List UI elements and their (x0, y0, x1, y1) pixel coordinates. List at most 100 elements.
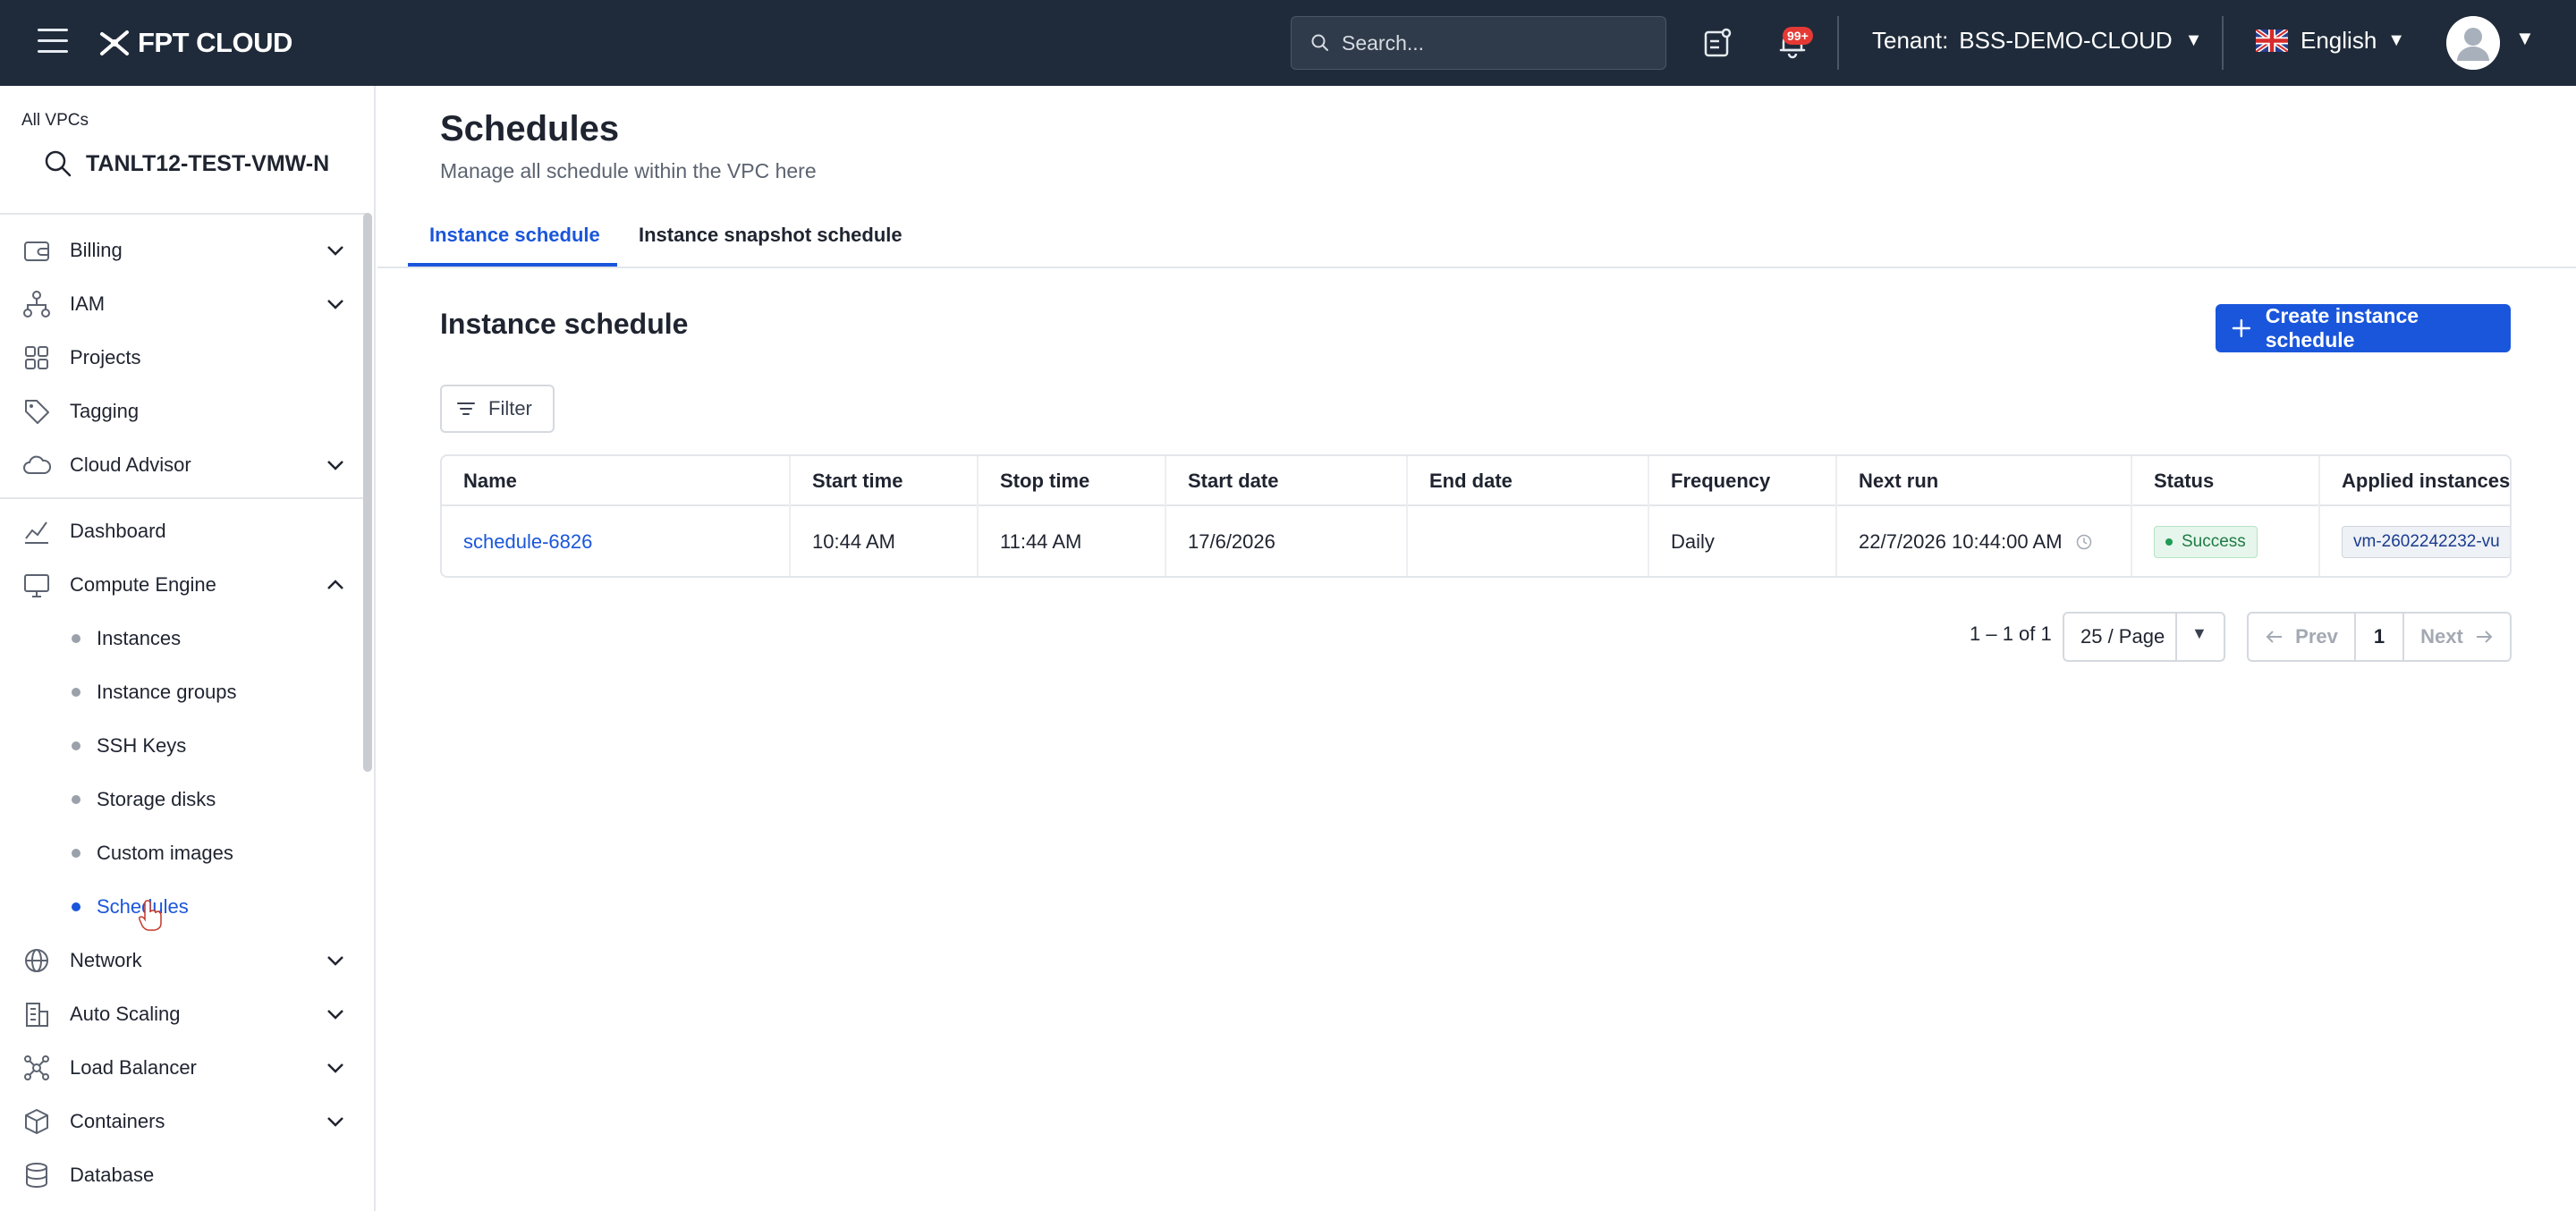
sidebar-item-label: Projects (70, 346, 141, 368)
column-header-frequency[interactable]: Frequency (1649, 456, 1837, 506)
sidebar-subitem-label: Storage disks (97, 788, 216, 810)
tenant-selector[interactable]: Tenant: BSS-DEMO-CLOUD ▼ (1872, 27, 2202, 55)
user-avatar[interactable] (2446, 16, 2500, 70)
sidebar-subitem-label: Custom images (97, 842, 233, 864)
sidebar-item-tagging[interactable]: Tagging (0, 385, 367, 438)
sidebar-item-auto-scaling[interactable]: Auto Scaling (0, 987, 367, 1041)
globe-icon (25, 949, 48, 972)
top-bar: FPT CLOUD 99+ Tenant: BSS-DEMO-CLOUD ▼ (0, 0, 2576, 86)
tab-instance-snapshot-schedule[interactable]: Instance snapshot schedule (639, 224, 902, 247)
page-number-button[interactable]: 1 (2356, 614, 2404, 660)
sidebar-item-label: Auto Scaling (70, 1003, 181, 1025)
prev-label: Prev (2295, 625, 2338, 648)
hamburger-menu-icon[interactable] (38, 29, 68, 55)
tag-icon (25, 400, 49, 424)
tab-instance-schedule[interactable]: Instance schedule (429, 224, 600, 247)
main-content: Schedules Manage all schedule within the… (377, 86, 2576, 1211)
sidebar-subitem-schedules[interactable]: Schedules (0, 882, 367, 932)
sidebar-item-network[interactable]: Network (0, 934, 367, 987)
cell-applied-instances: vm-2602242232-vu (2320, 506, 2510, 576)
bullet-dot-icon (72, 849, 80, 858)
column-header-status[interactable]: Status (2132, 456, 2320, 506)
sidebar-item-label: Tagging (70, 400, 140, 422)
notification-badge: 99+ (1783, 27, 1813, 45)
active-tab-indicator (408, 263, 617, 267)
hand-cursor-icon (139, 900, 162, 931)
column-header-end-date[interactable]: End date (1408, 456, 1649, 506)
sidebar-subitem-storage-disks[interactable]: Storage disks (0, 775, 367, 825)
sidebar-subitem-instances[interactable]: Instances (0, 614, 367, 664)
sidebar-item-billing[interactable]: Billing (0, 224, 367, 277)
column-header-start-time[interactable]: Start time (791, 456, 979, 506)
wallet-icon (24, 241, 49, 261)
vpc-selector[interactable]: TANLT12-TEST-VMW-N (43, 148, 329, 179)
global-search[interactable] (1291, 16, 1666, 70)
tenant-value: BSS-DEMO-CLOUD (1959, 27, 2173, 54)
page-title: Schedules (440, 109, 620, 148)
sidebar-item-projects[interactable]: Projects (0, 331, 367, 385)
sidebar-item-label: Containers (70, 1110, 165, 1132)
chevron-up-icon (327, 580, 343, 589)
table-row[interactable]: schedule-6826 10:44 AM 11:44 AM 17/6/202… (442, 506, 2510, 576)
sidebar-item-cloud-advisor[interactable]: Cloud Advisor (0, 438, 367, 492)
language-selector[interactable]: English ▼ (2256, 27, 2405, 55)
sidebar-item-label: Database (70, 1164, 155, 1186)
chevron-down-icon (327, 1063, 343, 1073)
pagination-range: 1 – 1 of 1 (1970, 622, 2052, 645)
create-instance-schedule-button[interactable]: Create instance schedule (2216, 304, 2511, 352)
column-header-next-run[interactable]: Next run (1837, 456, 2132, 506)
sidebar-subitem-instance-groups[interactable]: Instance groups (0, 667, 367, 717)
fpt-cloud-logo[interactable]: FPT CLOUD (97, 23, 292, 63)
schedule-name-link[interactable]: schedule-6826 (463, 530, 592, 554)
applied-instance-tag[interactable]: vm-2602242232-vu (2342, 526, 2510, 558)
cell-stop-time: 11:44 AM (979, 506, 1166, 576)
page-size-divider (2175, 614, 2177, 660)
clock-icon[interactable] (2075, 533, 2093, 551)
schedule-table: Name Start time Stop time Start date End… (440, 454, 2512, 578)
sidebar-divider (0, 213, 367, 215)
column-header-start-date[interactable]: Start date (1166, 456, 1408, 506)
sidebar-item-iam[interactable]: IAM (0, 277, 367, 331)
status-label: Success (2182, 532, 2246, 551)
sidebar-subitem-custom-images[interactable]: Custom images (0, 828, 367, 878)
sidebar-item-compute-engine[interactable]: Compute Engine (0, 558, 367, 612)
create-button-label: Create instance schedule (2265, 304, 2419, 351)
chevron-down-icon (327, 246, 343, 256)
vpc-name: TANLT12-TEST-VMW-N (86, 150, 330, 176)
column-header-stop-time[interactable]: Stop time (979, 456, 1166, 506)
building-icon (26, 1003, 48, 1027)
user-menu-caret-icon[interactable]: ▼ (2515, 27, 2535, 50)
search-input[interactable] (1342, 30, 1646, 55)
search-icon (45, 150, 72, 177)
sidebar-scrollbar[interactable] (363, 213, 372, 772)
filter-label: Filter (488, 397, 532, 419)
hierarchy-icon (23, 291, 50, 318)
sidebar-item-containers[interactable]: Containers (0, 1095, 367, 1148)
network-nodes-icon (24, 1055, 49, 1080)
tenant-label: Tenant: (1872, 27, 1949, 54)
sidebar-item-label: Compute Engine (70, 573, 216, 596)
task-list-icon[interactable] (1699, 25, 1735, 61)
cell-status: Success (2132, 506, 2320, 576)
next-page-button[interactable]: Next (2404, 614, 2510, 660)
pagination: 1 – 1 of 1 25 / Page ▼ Prev 1 Next (377, 612, 2576, 662)
page-size-select[interactable]: 25 / Page ▼ (2063, 612, 2225, 662)
section-title: Instance schedule (440, 308, 689, 340)
tenant-caret-icon: ▼ (2184, 30, 2203, 50)
sidebar-item-dashboard[interactable]: Dashboard (0, 504, 367, 558)
vpc-label: All VPCs (21, 111, 89, 130)
chevron-down-icon (327, 956, 343, 966)
projects-grid-icon (25, 346, 48, 369)
sidebar-subitem-ssh-keys[interactable]: SSH Keys (0, 721, 367, 771)
database-icon (26, 1163, 47, 1188)
sidebar-subitem-label: Instance groups (97, 681, 237, 703)
column-header-name[interactable]: Name (442, 456, 791, 506)
sidebar-item-load-balancer[interactable]: Load Balancer (0, 1041, 367, 1095)
sidebar-item-label: Dashboard (70, 520, 166, 542)
prev-page-button[interactable]: Prev (2249, 614, 2356, 660)
sidebar-item-database[interactable]: Database (0, 1148, 367, 1202)
cell-start-time: 10:44 AM (791, 506, 979, 576)
column-header-applied-instances[interactable]: Applied instances (2320, 456, 2510, 506)
cell-next-run: 22/7/2026 10:44:00 AM (1837, 506, 2132, 576)
filter-button[interactable]: Filter (440, 385, 555, 433)
